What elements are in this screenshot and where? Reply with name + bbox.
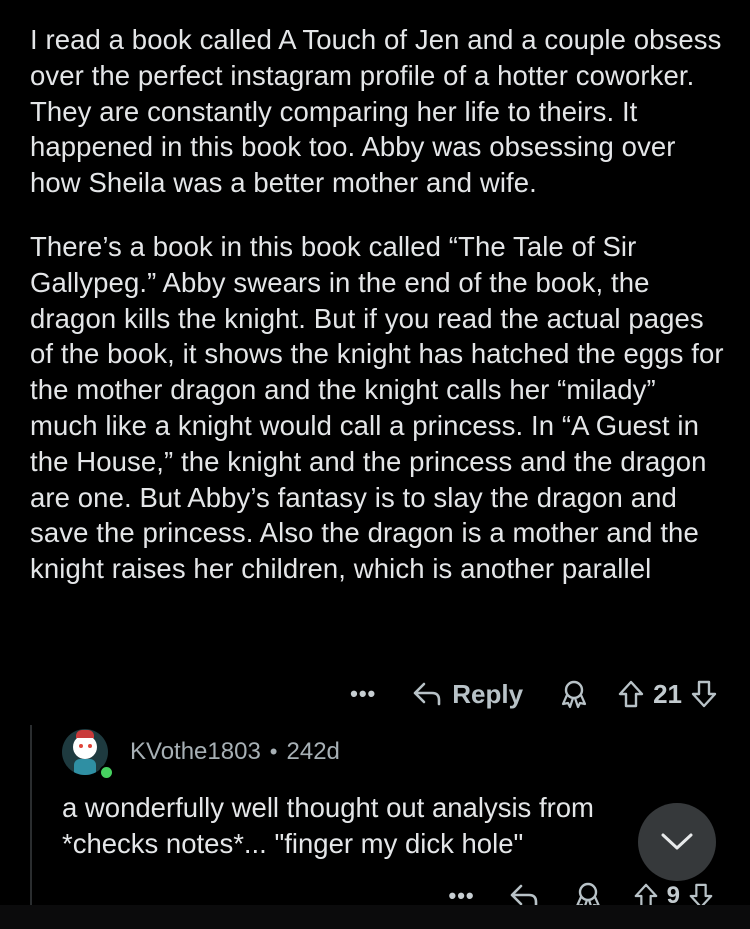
reply-comment: KVothe1803 • 242d a wonderfully well tho… [62, 728, 722, 862]
online-status-indicator [99, 765, 114, 780]
reply-arrow-icon [413, 682, 441, 706]
bottom-bar [0, 905, 750, 929]
comment-paragraph: I read a book called A Touch of Jen and … [30, 24, 722, 199]
award-button[interactable] [559, 679, 589, 709]
comment-text-line: a wonderfully well thought out analysis … [62, 792, 594, 823]
comment-text-line: *checks notes*... "finger my dick hole" [62, 828, 524, 859]
more-options-button[interactable]: ••• [350, 683, 376, 705]
comment-action-bar: ••• Reply 21 [350, 672, 718, 716]
reply-button[interactable]: Reply [412, 679, 523, 710]
more-options-button[interactable]: ••• [449, 885, 475, 907]
username[interactable]: KVothe1803 [130, 738, 261, 766]
thread-line[interactable] [30, 725, 32, 910]
award-icon [561, 680, 587, 709]
downvote-arrow-icon[interactable] [690, 679, 718, 709]
meta-separator: • [269, 739, 278, 764]
comment-paragraph: There’s a book in this book called “The … [30, 230, 724, 585]
upvote-arrow-icon[interactable] [617, 679, 645, 709]
scroll-down-button[interactable] [638, 803, 716, 881]
comment-header: KVothe1803 • 242d [62, 728, 722, 776]
reply-label: Reply [452, 678, 524, 709]
comment-body: I read a book called A Touch of Jen and … [30, 22, 730, 587]
chevron-down-icon [661, 833, 693, 850]
vote-control: 21 [617, 679, 718, 710]
vote-score: 21 [653, 678, 682, 709]
comment-text: a wonderfully well thought out analysis … [62, 790, 722, 862]
comment-age: 242d [286, 738, 340, 765]
